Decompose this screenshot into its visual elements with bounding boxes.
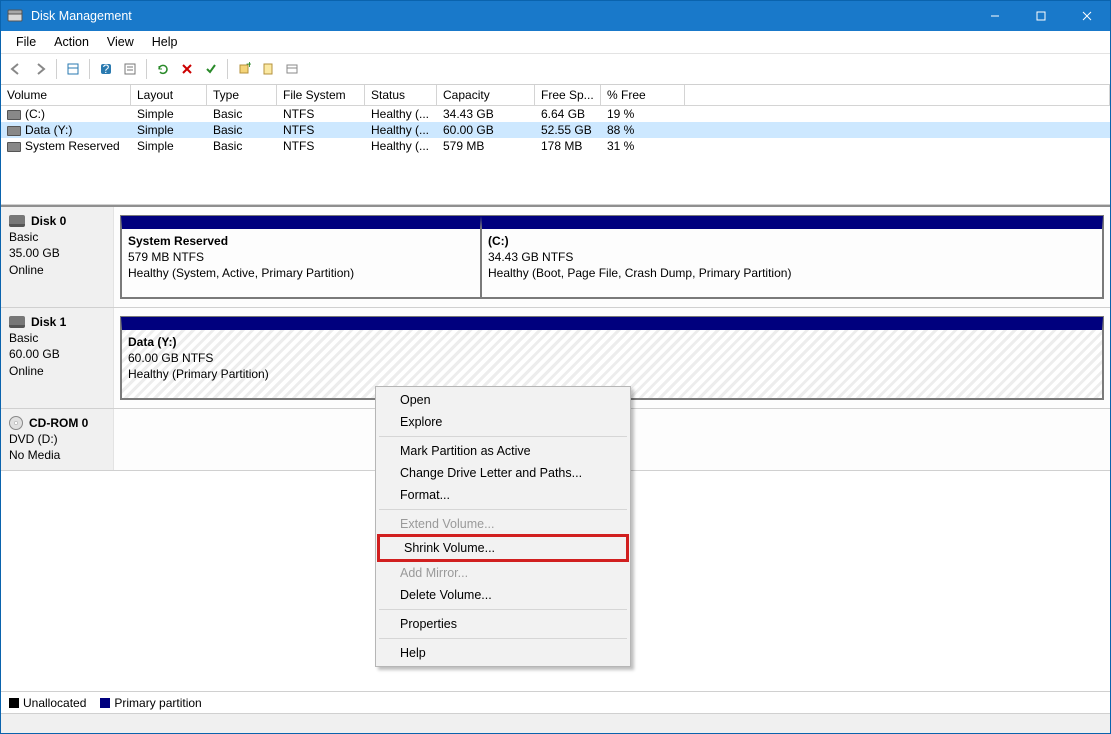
back-button[interactable] bbox=[5, 58, 27, 80]
disk-icon bbox=[9, 316, 25, 328]
toolbar-list-icon[interactable] bbox=[119, 58, 141, 80]
disk-row: Disk 0Basic35.00 GBOnlineSystem Reserved… bbox=[1, 207, 1110, 308]
toolbar-refresh-icon[interactable] bbox=[152, 58, 174, 80]
context-menu-highlight: Shrink Volume... bbox=[377, 534, 629, 562]
legend: Unallocated Primary partition bbox=[1, 691, 1110, 713]
table-header: Volume Layout Type File System Status Ca… bbox=[1, 85, 1110, 106]
context-menu-separator bbox=[379, 509, 627, 510]
toolbar-rescan-icon[interactable] bbox=[62, 58, 84, 80]
menu-file[interactable]: File bbox=[7, 33, 45, 51]
cd-icon bbox=[9, 416, 23, 430]
window-title: Disk Management bbox=[31, 9, 972, 23]
context-menu-item[interactable]: Explore bbox=[376, 411, 630, 433]
disk-icon bbox=[9, 215, 25, 227]
legend-primary: Primary partition bbox=[114, 696, 201, 710]
context-menu-item[interactable]: Mark Partition as Active bbox=[376, 440, 630, 462]
context-menu-item[interactable]: Shrink Volume... bbox=[380, 537, 626, 559]
context-menu-separator bbox=[379, 609, 627, 610]
toolbar-new-icon[interactable]: + bbox=[233, 58, 255, 80]
toolbar-settings-icon[interactable] bbox=[281, 58, 303, 80]
menu-view[interactable]: View bbox=[98, 33, 143, 51]
context-menu-item: Extend Volume... bbox=[376, 513, 630, 535]
context-menu-item[interactable]: Format... bbox=[376, 484, 630, 506]
svg-text:?: ? bbox=[103, 62, 110, 76]
context-menu-item[interactable]: Delete Volume... bbox=[376, 584, 630, 606]
context-menu-item[interactable]: Help bbox=[376, 642, 630, 664]
header-free[interactable]: Free Sp... bbox=[535, 85, 601, 105]
forward-button[interactable] bbox=[29, 58, 51, 80]
context-menu-item[interactable]: Change Drive Letter and Paths... bbox=[376, 462, 630, 484]
close-button[interactable] bbox=[1064, 1, 1110, 31]
title-bar: Disk Management bbox=[1, 1, 1110, 31]
minimize-button[interactable] bbox=[972, 1, 1018, 31]
context-menu-item: Add Mirror... bbox=[376, 562, 630, 584]
status-bar bbox=[1, 713, 1110, 733]
app-icon bbox=[7, 8, 23, 24]
help-icon[interactable]: ? bbox=[95, 58, 117, 80]
header-type[interactable]: Type bbox=[207, 85, 277, 105]
table-row[interactable]: System ReservedSimpleBasicNTFSHealthy (.… bbox=[1, 138, 1110, 154]
volume-icon bbox=[7, 110, 21, 120]
header-fs[interactable]: File System bbox=[277, 85, 365, 105]
partition[interactable]: (C:)34.43 GB NTFSHealthy (Boot, Page Fil… bbox=[481, 216, 1103, 298]
header-volume[interactable]: Volume bbox=[1, 85, 131, 105]
toolbar-check-icon[interactable] bbox=[200, 58, 222, 80]
toolbar-delete-icon[interactable] bbox=[176, 58, 198, 80]
context-menu-item[interactable]: Open bbox=[376, 389, 630, 411]
header-status[interactable]: Status bbox=[365, 85, 437, 105]
maximize-button[interactable] bbox=[1018, 1, 1064, 31]
header-layout[interactable]: Layout bbox=[131, 85, 207, 105]
volume-table: Volume Layout Type File System Status Ca… bbox=[1, 85, 1110, 205]
table-row[interactable]: Data (Y:)SimpleBasicNTFSHealthy (...60.0… bbox=[1, 122, 1110, 138]
context-menu-separator bbox=[379, 436, 627, 437]
volume-icon bbox=[7, 126, 21, 136]
context-menu-separator bbox=[379, 638, 627, 639]
menu-bar: File Action View Help bbox=[1, 31, 1110, 54]
svg-text:+: + bbox=[246, 62, 251, 71]
context-menu: OpenExplore Mark Partition as ActiveChang… bbox=[375, 386, 631, 667]
header-capacity[interactable]: Capacity bbox=[437, 85, 535, 105]
menu-action[interactable]: Action bbox=[45, 33, 98, 51]
toolbar-properties-icon[interactable] bbox=[257, 58, 279, 80]
context-menu-item[interactable]: Properties bbox=[376, 613, 630, 635]
menu-help[interactable]: Help bbox=[143, 33, 187, 51]
header-pct[interactable]: % Free bbox=[601, 85, 685, 105]
partition[interactable]: System Reserved579 MB NTFSHealthy (Syste… bbox=[121, 216, 481, 298]
volume-icon bbox=[7, 142, 21, 152]
legend-unallocated: Unallocated bbox=[23, 696, 86, 710]
toolbar: ? + bbox=[1, 54, 1110, 85]
table-row[interactable]: (C:)SimpleBasicNTFSHealthy (...34.43 GB6… bbox=[1, 106, 1110, 122]
